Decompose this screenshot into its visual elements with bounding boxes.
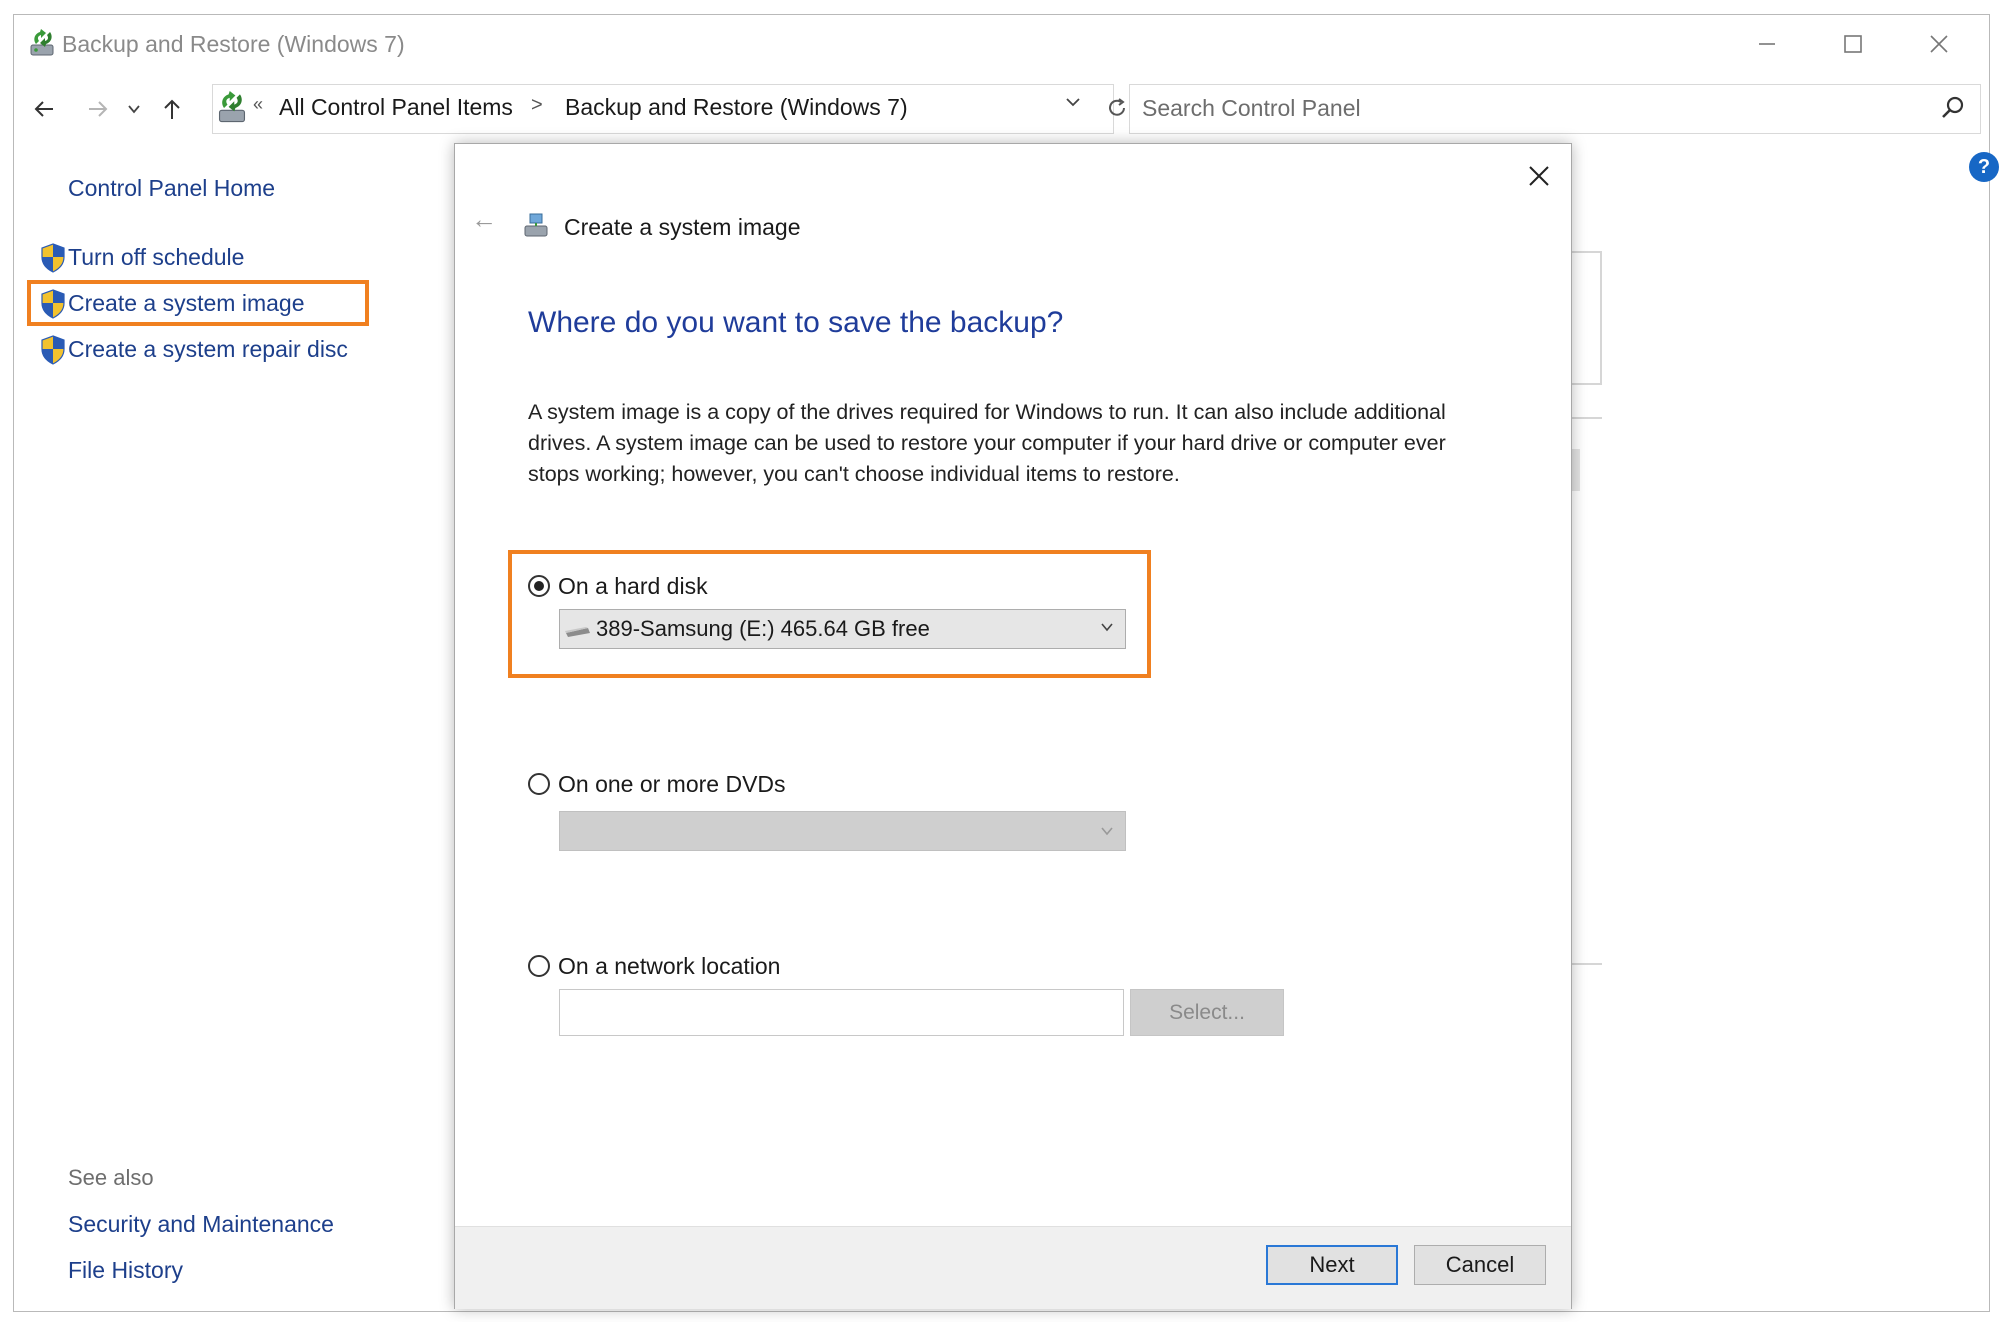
dialog-description: A system image is a copy of the drives r… [528, 400, 1446, 486]
minimize-button[interactable] [1725, 15, 1809, 73]
create-system-image-dialog: ← Create a system image Where do you wan… [454, 143, 1572, 1309]
chevron-down-icon [1066, 98, 1080, 107]
cancel-button[interactable]: Cancel [1414, 1245, 1546, 1285]
uac-shield-icon [41, 243, 65, 273]
chevron-down-icon [1101, 827, 1113, 836]
close-dialog-button[interactable] [1515, 152, 1563, 200]
window-title: Backup and Restore (Windows 7) [62, 31, 405, 57]
search-icon[interactable] [1940, 95, 1966, 121]
control-panel-home-link[interactable]: Control Panel Home [68, 175, 275, 202]
background-divider [1570, 963, 1602, 965]
dvd-radio[interactable] [528, 773, 550, 795]
task-label[interactable]: Turn off schedule [68, 244, 244, 271]
system-image-icon [524, 213, 548, 237]
close-icon [1529, 166, 1549, 186]
task-label[interactable]: Create a system repair disc [68, 336, 348, 363]
forward-button[interactable] [80, 91, 116, 127]
select-network-button: Select... [1130, 989, 1284, 1036]
backup-restore-app-icon [30, 29, 54, 56]
next-button[interactable]: Next [1266, 1245, 1398, 1285]
network-radio[interactable] [528, 955, 550, 977]
close-icon [1930, 35, 1948, 53]
dialog-back-button[interactable]: ← [471, 204, 497, 235]
back-button[interactable] [26, 91, 62, 127]
see-also-heading: See also [68, 1165, 154, 1190]
backup-restore-window: Backup and Restore (Windows 7) « All Con… [13, 14, 1999, 1312]
recent-locations-button[interactable] [122, 91, 146, 127]
close-window-button[interactable] [1897, 15, 1981, 73]
breadcrumb-all-control-panel-items[interactable]: All Control Panel Items [279, 94, 513, 121]
address-bar[interactable]: « All Control Panel Items > Backup and R… [212, 84, 1114, 134]
arrow-up-icon [164, 99, 180, 119]
network-label[interactable]: On a network location [558, 953, 780, 980]
arrow-right-icon [89, 101, 108, 117]
search-box[interactable]: Search Control Panel [1129, 84, 1981, 134]
arrow-left-icon [34, 101, 53, 117]
network-location-input [559, 989, 1124, 1036]
file-history-link[interactable]: File History [68, 1257, 183, 1284]
highlight-box-hard-disk [508, 550, 1151, 678]
help-icon[interactable]: ? [1969, 152, 1999, 182]
uac-shield-icon [41, 335, 65, 365]
search-input[interactable]: Search Control Panel [1142, 95, 1361, 122]
security-maintenance-link[interactable]: Security and Maintenance [68, 1211, 334, 1238]
minimize-icon [1759, 43, 1775, 45]
control-panel-icon [218, 91, 246, 123]
dialog-footer: Next Cancel [455, 1226, 1571, 1309]
title-bar: Backup and Restore (Windows 7) [14, 15, 1989, 73]
dvd-label[interactable]: On one or more DVDs [558, 771, 786, 798]
navigation-bar: « All Control Panel Items > Backup and R… [14, 83, 1989, 135]
maximize-button[interactable] [1811, 15, 1895, 73]
background-divider [1570, 417, 1602, 419]
dialog-heading: Where do you want to save the backup? [528, 306, 1064, 339]
refresh-icon [1109, 98, 1125, 116]
dialog-title: Create a system image [564, 214, 801, 240]
overflow-chevron[interactable]: « [253, 94, 263, 115]
background-panel-edge [1570, 251, 1602, 385]
up-button[interactable] [154, 91, 190, 127]
address-dropdown-button[interactable] [1065, 93, 1081, 116]
dvd-select [559, 811, 1126, 851]
chevron-down-icon [128, 105, 140, 114]
maximize-icon [1844, 35, 1862, 53]
breadcrumb-separator[interactable]: > [531, 94, 543, 117]
highlight-box-create-system-image [27, 280, 369, 326]
breadcrumb-backup-restore[interactable]: Backup and Restore (Windows 7) [565, 94, 908, 121]
